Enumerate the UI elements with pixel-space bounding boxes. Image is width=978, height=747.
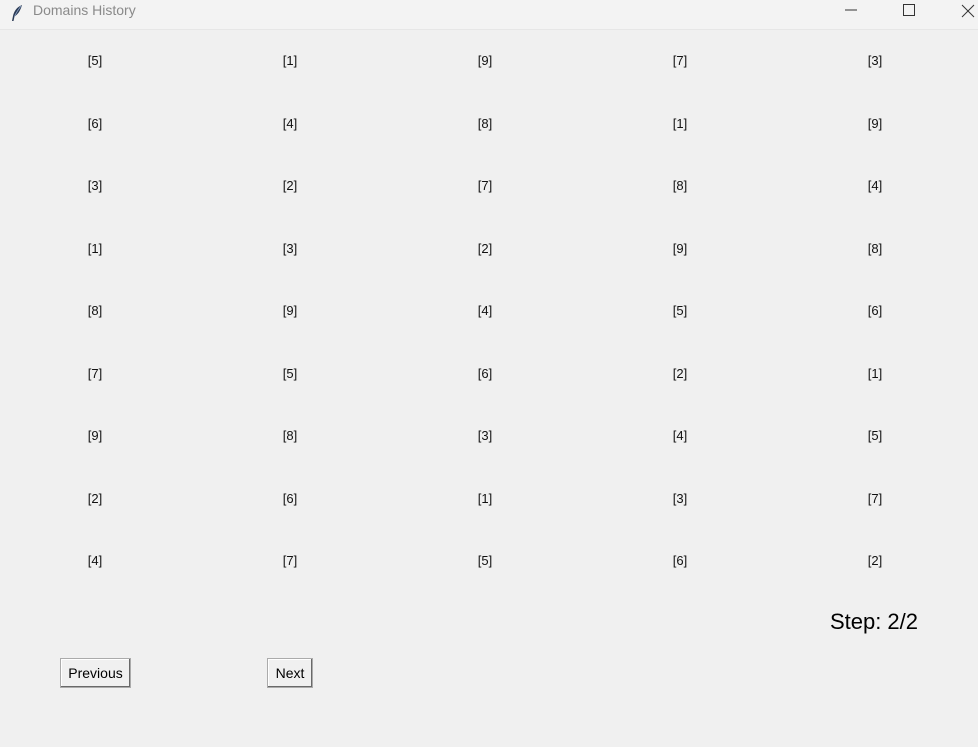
- grid-cell: [5]: [282, 365, 298, 381]
- grid-cell: [5]: [672, 303, 688, 318]
- grid-cell: [6]: [282, 490, 298, 506]
- grid-cell: [3]: [282, 240, 298, 256]
- grid-cell: [4]: [87, 553, 103, 568]
- grid-cell: [6]: [672, 553, 688, 568]
- grid-cell: [5]: [87, 53, 103, 68]
- maximize-icon: [903, 4, 915, 16]
- grid-cell: [1]: [477, 490, 493, 506]
- grid-cell: [1]: [87, 240, 103, 256]
- grid-cell: [7]: [672, 53, 688, 68]
- next-button[interactable]: Next: [267, 658, 313, 688]
- grid-cell: [9]: [87, 428, 103, 443]
- title-bar: Domains History: [0, 0, 978, 30]
- grid-cell: [2]: [87, 490, 103, 506]
- grid-cell: [4]: [477, 303, 493, 318]
- grid-cell: [2]: [867, 553, 883, 568]
- grid-cell: [6]: [867, 303, 883, 318]
- minimize-icon: [845, 9, 857, 11]
- grid-cell: [9]: [867, 115, 883, 131]
- grid-cell: [3]: [477, 428, 493, 443]
- grid-cell: [7]: [477, 178, 493, 193]
- grid-cell: [6]: [477, 365, 493, 381]
- window-title: Domains History: [33, 2, 136, 18]
- grid-cell: [9]: [282, 303, 298, 318]
- grid-cell: [1]: [672, 115, 688, 131]
- grid-cell: [5]: [867, 428, 883, 443]
- grid-cell: [7]: [87, 365, 103, 381]
- maximize-button[interactable]: [886, 0, 932, 29]
- grid-cell: [4]: [672, 428, 688, 443]
- grid-cell: [8]: [672, 178, 688, 193]
- feather-icon: [9, 4, 25, 22]
- grid-cell: [4]: [282, 115, 298, 131]
- previous-button[interactable]: Previous: [60, 658, 131, 688]
- grid-cell: [8]: [477, 115, 493, 131]
- grid-cell: [3]: [87, 178, 103, 193]
- grid-cell: [8]: [87, 303, 103, 318]
- step-indicator: Step: 2/2: [829, 609, 919, 634]
- grid-cell: [2]: [282, 178, 298, 193]
- grid-cell: [9]: [672, 240, 688, 256]
- grid-cell: [7]: [282, 553, 298, 568]
- grid-cell: [7]: [867, 490, 883, 506]
- grid-cell: [2]: [672, 365, 688, 381]
- minimize-button[interactable]: [828, 0, 874, 29]
- grid-cell: [6]: [87, 115, 103, 131]
- grid-cell: [8]: [867, 240, 883, 256]
- grid-cell: [5]: [477, 553, 493, 568]
- grid-cell: [2]: [477, 240, 493, 256]
- close-icon: [961, 4, 975, 18]
- grid-cell: [4]: [867, 178, 883, 193]
- grid-cell: [3]: [672, 490, 688, 506]
- grid-cell: [8]: [282, 428, 298, 443]
- grid-cell: [3]: [867, 53, 883, 68]
- grid-cell: [1]: [867, 365, 883, 381]
- close-button[interactable]: [944, 0, 978, 29]
- grid-cell: [9]: [477, 53, 493, 68]
- grid-cell: [1]: [282, 53, 298, 68]
